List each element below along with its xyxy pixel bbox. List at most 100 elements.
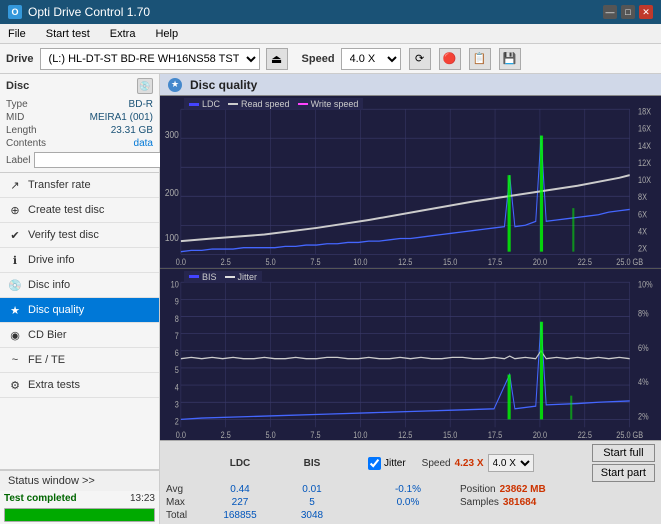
menu-help[interactable]: Help — [151, 27, 182, 41]
svg-text:4: 4 — [175, 381, 179, 392]
drive-select[interactable]: (L:) HL-DT-ST BD-RE WH16NS58 TST4 — [40, 48, 260, 70]
speed-stat-label: Speed — [422, 458, 451, 469]
create-test-disc-icon: ⊕ — [8, 203, 22, 217]
top-chart: LDC Read speed Write speed — [160, 96, 661, 269]
progress-bar-container — [4, 508, 155, 522]
drive-bar: Drive (L:) HL-DT-ST BD-RE WH16NS58 TST4 … — [0, 44, 661, 74]
legend-jitter: Jitter — [225, 272, 258, 282]
menu-bar: File Start test Extra Help — [0, 24, 661, 44]
bottom-chart: BIS Jitter — [160, 269, 661, 441]
progress-bar-fill — [5, 509, 154, 521]
sidebar-item-disc-info[interactable]: 💿 Disc info — [0, 273, 159, 298]
label-label: Label — [6, 155, 30, 166]
extra-tests-icon: ⚙ — [8, 378, 22, 392]
transfer-rate-icon: ↗ — [8, 178, 22, 192]
menu-start-test[interactable]: Start test — [42, 27, 94, 41]
svg-text:2.5: 2.5 — [221, 428, 231, 439]
disc-section-title: Disc — [6, 80, 29, 92]
svg-text:22.5: 22.5 — [578, 256, 593, 267]
start-full-button[interactable]: Start full — [592, 444, 655, 462]
avg-ldc: 0.44 — [204, 484, 276, 495]
svg-text:10%: 10% — [638, 278, 653, 289]
svg-text:200: 200 — [165, 187, 179, 199]
disc-quality-header-icon: ★ — [168, 78, 182, 92]
sidebar-item-disc-quality[interactable]: ★ Disc quality — [0, 298, 159, 323]
svg-text:4X: 4X — [638, 226, 647, 237]
max-jitter: 0.0% — [372, 497, 444, 508]
disc-section: Disc 💿 Type BD-R MID MEIRA1 (001) Length… — [0, 74, 159, 173]
maximize-button[interactable]: □ — [621, 5, 635, 19]
position-label: Position — [460, 484, 496, 495]
bis-header: BIS — [276, 458, 348, 469]
svg-text:14X: 14X — [638, 140, 651, 151]
contents-label: Contents — [6, 138, 46, 149]
menu-extra[interactable]: Extra — [106, 27, 140, 41]
max-ldc: 227 — [204, 497, 276, 508]
type-label: Type — [6, 99, 28, 110]
minimize-button[interactable]: — — [603, 5, 617, 19]
label-input[interactable] — [34, 152, 172, 168]
sidebar-item-transfer-rate[interactable]: ↗ Transfer rate — [0, 173, 159, 198]
action-btn-2[interactable]: 🔴 — [439, 48, 461, 70]
sidebar-item-fe-te[interactable]: ~ FE / TE — [0, 348, 159, 373]
speed-stat-select[interactable]: 4.0 X — [488, 454, 534, 472]
sidebar-item-drive-info[interactable]: ℹ Drive info — [0, 248, 159, 273]
action-btn-3[interactable]: 📋 — [469, 48, 491, 70]
samples-label: Samples — [460, 497, 499, 508]
main-layout: Disc 💿 Type BD-R MID MEIRA1 (001) Length… — [0, 74, 661, 524]
avg-bis: 0.01 — [276, 484, 348, 495]
sidebar-item-create-test-disc[interactable]: ⊕ Create test disc — [0, 198, 159, 223]
legend-read-speed: Read speed — [228, 99, 290, 109]
samples-value: 381684 — [503, 497, 536, 508]
top-chart-svg: 300 200 100 18X 16X 14X 12X 10X 8X 6X 4X… — [160, 96, 661, 268]
status-text: Test completed — [4, 493, 77, 504]
menu-file[interactable]: File — [4, 27, 30, 41]
svg-text:17.5: 17.5 — [488, 428, 503, 439]
svg-text:25.0 GB: 25.0 GB — [616, 428, 643, 439]
disc-info-icon: 💿 — [8, 278, 22, 292]
type-value: BD-R — [129, 99, 153, 110]
status-area: Status window >> Test completed 13:23 — [0, 469, 159, 524]
sidebar-item-cd-bier[interactable]: ◉ CD Bier — [0, 323, 159, 348]
svg-text:3: 3 — [175, 398, 179, 409]
svg-text:10.0: 10.0 — [353, 256, 368, 267]
svg-text:17.5: 17.5 — [488, 256, 503, 267]
svg-text:10: 10 — [171, 278, 179, 289]
app-title: Opti Drive Control 1.70 — [28, 5, 150, 19]
action-btn-1[interactable]: ⟳ — [409, 48, 431, 70]
start-buttons: Start full Start part — [592, 444, 655, 482]
sidebar-item-verify-test-disc[interactable]: ✔ Verify test disc — [0, 223, 159, 248]
disc-icon[interactable]: 💿 — [137, 78, 153, 94]
svg-text:7: 7 — [175, 330, 179, 341]
action-btn-4[interactable]: 💾 — [499, 48, 521, 70]
svg-text:8%: 8% — [638, 307, 649, 318]
svg-text:2: 2 — [175, 415, 179, 426]
total-label: Total — [166, 510, 204, 521]
jitter-checkbox-label[interactable]: Jitter — [368, 457, 406, 470]
disc-quality-header: ★ Disc quality — [160, 74, 661, 96]
avg-jitter: -0.1% — [372, 484, 444, 495]
stats-bar: LDC BIS Jitter Speed 4.23 X 4.0 X Start … — [160, 440, 661, 524]
eject-button[interactable]: ⏏ — [266, 48, 288, 70]
jitter-checkbox[interactable] — [368, 457, 381, 470]
right-panel: ★ Disc quality LDC Read speed — [160, 74, 661, 524]
status-window-button[interactable]: Status window >> — [0, 470, 159, 491]
legend-bis: BIS — [189, 272, 217, 282]
left-panel: Disc 💿 Type BD-R MID MEIRA1 (001) Length… — [0, 74, 160, 524]
close-button[interactable]: ✕ — [639, 5, 653, 19]
svg-text:100: 100 — [165, 232, 179, 244]
contents-value[interactable]: data — [134, 138, 153, 149]
drive-label: Drive — [6, 53, 34, 65]
speed-select[interactable]: 4.0 X — [341, 48, 401, 70]
svg-text:2X: 2X — [638, 243, 647, 254]
svg-text:22.5: 22.5 — [578, 428, 593, 439]
svg-text:5: 5 — [175, 364, 179, 375]
speed-stat-value: 4.23 X — [455, 458, 484, 469]
total-ldc: 168855 — [204, 510, 276, 521]
max-bis: 5 — [276, 497, 348, 508]
svg-text:20.0: 20.0 — [533, 428, 548, 439]
start-part-button[interactable]: Start part — [592, 464, 655, 482]
svg-text:7.5: 7.5 — [310, 428, 320, 439]
sidebar-item-extra-tests[interactable]: ⚙ Extra tests — [0, 373, 159, 398]
mid-value: MEIRA1 (001) — [90, 112, 153, 123]
